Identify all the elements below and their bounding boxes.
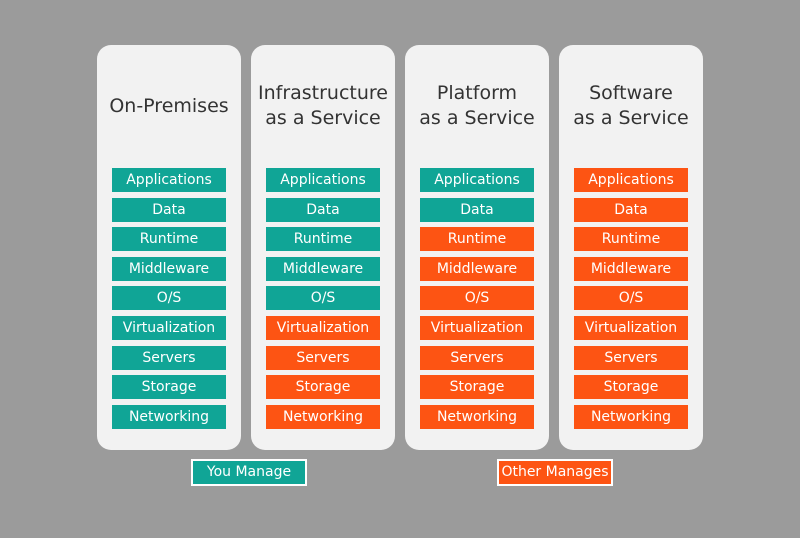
layer-virtualization: Virtualization: [420, 315, 534, 340]
column-title: Infrastructure as a Service: [251, 81, 395, 131]
column-title: On-Premises: [97, 94, 241, 119]
layer-middleware: Middleware: [112, 256, 226, 281]
column-title: Software as a Service: [559, 81, 703, 131]
layer-runtime: Runtime: [574, 227, 688, 252]
layer-runtime: Runtime: [266, 227, 380, 252]
layer-servers: Servers: [266, 345, 380, 370]
layer-data: Data: [420, 197, 534, 222]
column-title-line: as a Service: [419, 107, 535, 129]
layer-o-s: O/S: [266, 286, 380, 311]
layer-middleware: Middleware: [574, 256, 688, 281]
column-title-line: Platform: [436, 82, 518, 104]
layer-stack: Applications Data Runtime Middleware O/S Virt…: [266, 168, 380, 434]
layer-storage: Storage: [266, 375, 380, 400]
layer-storage: Storage: [574, 375, 688, 400]
layer-applications: Applications: [574, 168, 688, 192]
column-title: Platform as a Service: [405, 81, 549, 131]
layer-o-s: O/S: [574, 286, 688, 311]
layer-storage: Storage: [112, 375, 226, 400]
layer-virtualization: Virtualization: [574, 315, 688, 340]
layer-data: Data: [574, 197, 688, 222]
layer-servers: Servers: [112, 345, 226, 370]
layer-applications: Applications: [420, 168, 534, 192]
column-title-line: Software: [589, 82, 673, 104]
layer-stack: Applications Data Runtime Middleware O/S Virt…: [574, 168, 688, 434]
layer-stack: Applications Data Runtime Middleware O/S Virt…: [112, 168, 226, 434]
column-title-line: as a Service: [573, 107, 689, 129]
layer-applications: Applications: [112, 168, 226, 192]
layer-networking: Networking: [420, 404, 534, 429]
layer-data: Data: [266, 197, 380, 222]
column-on-premises: On-Premises Applications Data Runtime Middl…: [97, 45, 241, 450]
layer-servers: Servers: [420, 345, 534, 370]
layer-runtime: Runtime: [112, 227, 226, 252]
layer-middleware: Middleware: [420, 256, 534, 281]
column-saas: Software as a Service Applications Data Run…: [559, 45, 703, 450]
column-title-line: as a Service: [265, 107, 381, 129]
layer-stack: Applications Data Runtime Middleware O/S Virt…: [420, 168, 534, 434]
layer-servers: Servers: [574, 345, 688, 370]
layer-o-s: O/S: [112, 286, 226, 311]
column-iaas: Infrastructure as a Service Applications D…: [251, 45, 395, 450]
layer-virtualization: Virtualization: [266, 315, 380, 340]
layer-networking: Networking: [266, 404, 380, 429]
layer-applications: Applications: [266, 168, 380, 192]
column-paas: Platform as a Service Applications Data Run…: [405, 45, 549, 450]
layer-o-s: O/S: [420, 286, 534, 311]
layer-storage: Storage: [420, 375, 534, 400]
layer-networking: Networking: [574, 404, 688, 429]
layer-runtime: Runtime: [420, 227, 534, 252]
layer-data: Data: [112, 197, 226, 222]
layer-networking: Networking: [112, 404, 226, 429]
column-title-line: On-Premises: [109, 95, 229, 117]
legend-you-manage: You Manage: [191, 459, 307, 486]
legend-other-manages: Other Manages: [497, 459, 613, 486]
layer-middleware: Middleware: [266, 256, 380, 281]
column-title-line: Infrastructure: [257, 82, 388, 104]
layer-virtualization: Virtualization: [112, 315, 226, 340]
